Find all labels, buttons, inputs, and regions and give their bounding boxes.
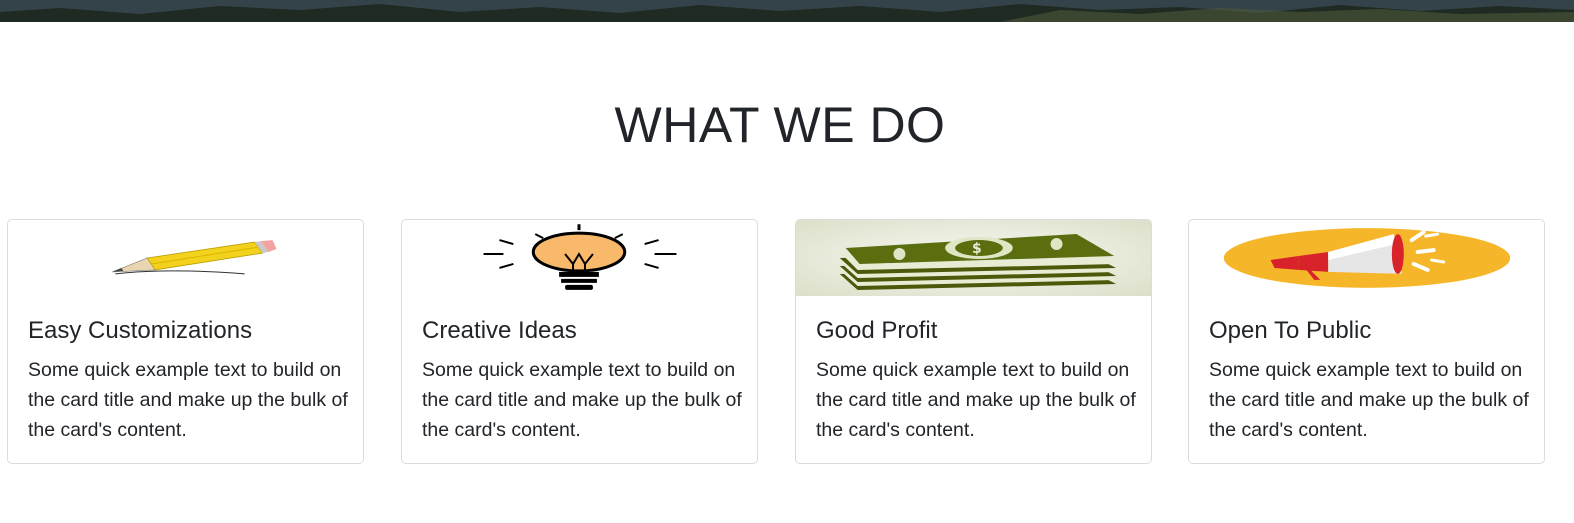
card-text: Some quick example text to build on the … [1209, 359, 1529, 441]
card-title: Creative Ideas [422, 317, 577, 344]
pencil-icon [8, 220, 363, 296]
money-stack-icon: $ [796, 220, 1151, 296]
svg-text:$: $ [972, 241, 982, 257]
card-text: Some quick example text to build on the … [28, 359, 348, 441]
service-card: $ Good Profit Some quick example text to… [795, 219, 1152, 464]
service-card: Open To Public Some quick example text t… [1188, 219, 1545, 464]
card-title: Easy Customizations [28, 317, 253, 344]
service-card: Easy Customizations Some quick example t… [7, 219, 364, 464]
megaphone-icon [1189, 220, 1544, 296]
card-text: Some quick example text to build on the … [422, 359, 742, 441]
card-title: Open To Public [1209, 317, 1372, 344]
hero-image-strip [0, 0, 1574, 22]
card-text: Some quick example text to build on the … [816, 359, 1136, 441]
section-title: WHAT WE DO [614, 97, 946, 153]
lightbulb-icon [402, 220, 757, 296]
service-card: Creative Ideas Some quick example text t… [401, 219, 758, 464]
card-title: Good Profit [816, 317, 938, 344]
